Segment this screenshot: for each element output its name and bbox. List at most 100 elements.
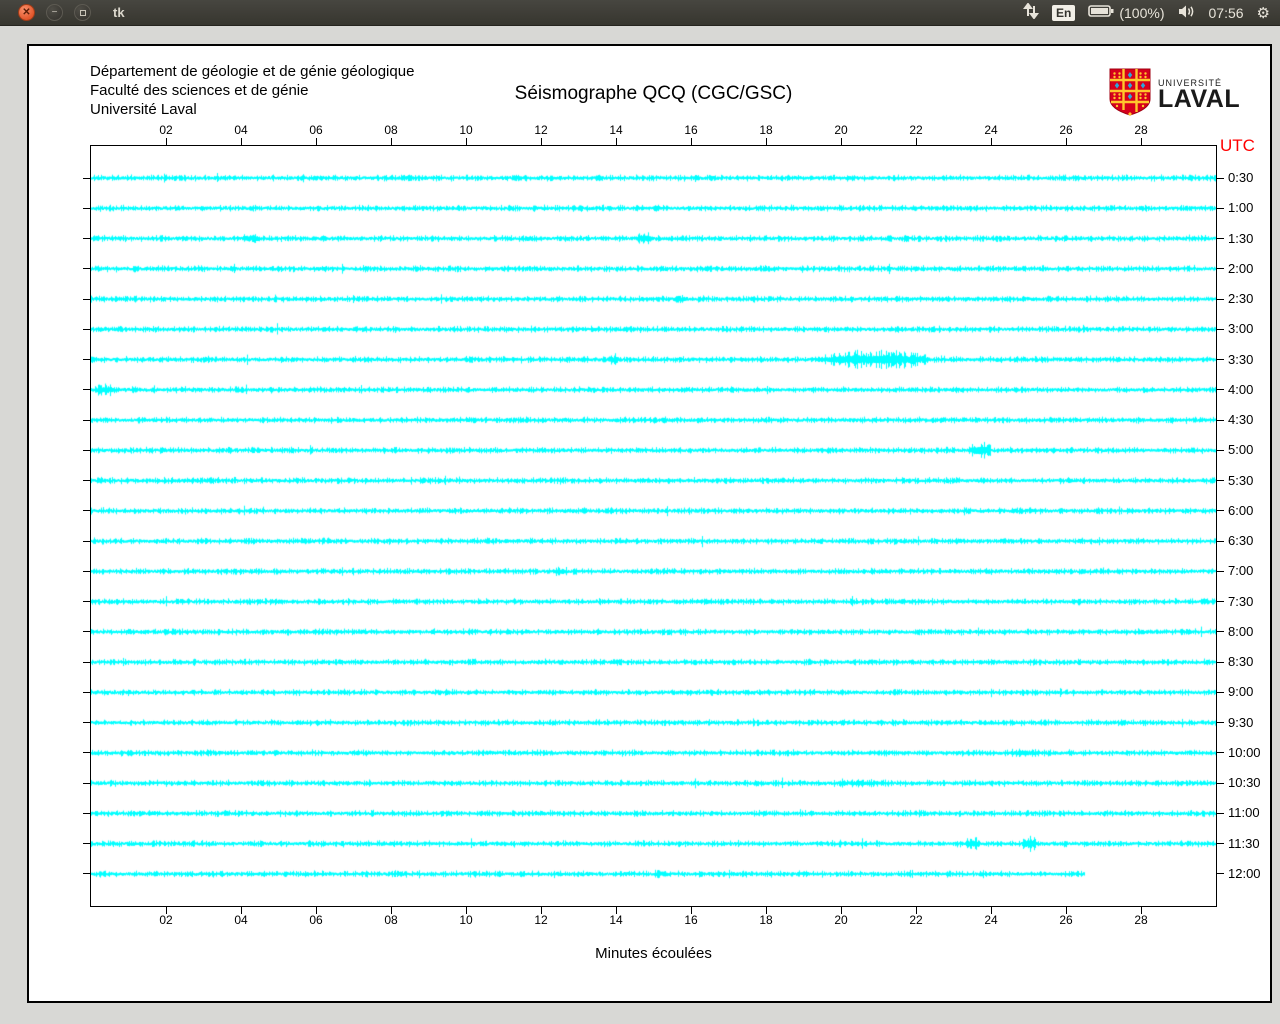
x-tick-label-top: 26	[1059, 123, 1073, 137]
row-tick-left	[83, 359, 90, 361]
battery-percentage: (100%)	[1119, 4, 1165, 21]
utc-row-label: 7:00	[1228, 563, 1254, 579]
x-tick-label-top: 14	[609, 123, 623, 137]
row-tick-left	[83, 691, 90, 693]
x-tick-label-top: 22	[909, 123, 923, 137]
x-tick-label-top: 28	[1134, 123, 1148, 137]
row-tick-left	[83, 812, 90, 814]
row-tick-left	[83, 298, 90, 300]
x-tick-top	[840, 138, 842, 145]
utc-row-label: 2:00	[1228, 260, 1254, 276]
x-tick-label-bottom: 04	[234, 913, 248, 927]
utc-row-label: 5:00	[1228, 442, 1254, 458]
chart-title: Séismographe QCQ (CGC/GSC)	[514, 83, 793, 104]
maximize-button[interactable]	[74, 4, 91, 21]
utc-row-label: 11:00	[1228, 805, 1260, 821]
row-tick-right	[1217, 389, 1224, 391]
universite-laval-logo: UNIVERSITÉ LAVAL	[1109, 68, 1240, 121]
x-tick-label-top: 12	[534, 123, 548, 137]
maximize-icon	[79, 9, 86, 16]
x-tick-top	[240, 138, 242, 145]
x-tick-top	[315, 138, 317, 145]
x-tick-label-top: 16	[684, 123, 698, 137]
clock[interactable]: 07:56	[1209, 5, 1244, 21]
row-tick-left	[83, 570, 90, 572]
row-tick-left	[83, 419, 90, 421]
row-tick-right	[1217, 631, 1224, 633]
x-tick-label-bottom: 26	[1059, 913, 1073, 927]
session-gear-icon[interactable]: ⚙	[1257, 4, 1270, 22]
utc-row-label: 6:30	[1228, 533, 1254, 549]
utc-row-label: 10:30	[1228, 775, 1261, 791]
row-tick-right	[1217, 812, 1224, 814]
minimize-button[interactable]: −	[46, 4, 63, 21]
row-tick-right	[1217, 449, 1224, 451]
row-tick-left	[83, 661, 90, 663]
x-tick-label-bottom: 28	[1134, 913, 1148, 927]
utc-row-label: 9:30	[1228, 714, 1254, 730]
row-tick-left	[83, 601, 90, 603]
utc-row-label: 6:00	[1228, 502, 1254, 518]
x-tick-top	[465, 138, 467, 145]
row-tick-left	[83, 389, 90, 391]
x-tick-top	[1065, 138, 1067, 145]
x-tick-label-bottom: 16	[684, 913, 698, 927]
x-tick-top	[915, 138, 917, 145]
volume-icon[interactable]	[1178, 4, 1196, 22]
utc-row-label: 7:30	[1228, 593, 1254, 609]
utc-row-label: 0:30	[1228, 170, 1254, 185]
utc-row-label: 3:30	[1228, 351, 1254, 367]
utc-row-label: 8:00	[1228, 623, 1254, 639]
utc-row-label: 9:00	[1228, 684, 1254, 700]
row-tick-right	[1217, 570, 1224, 572]
x-tick-top	[540, 138, 542, 145]
row-tick-right	[1217, 419, 1224, 421]
row-tick-left	[83, 752, 90, 754]
x-tick-label-bottom: 12	[534, 913, 548, 927]
x-tick-label-bottom: 10	[459, 913, 473, 927]
row-tick-right	[1217, 268, 1224, 270]
utc-row-label: 11:30	[1228, 835, 1260, 851]
desktop-top-bar: ✕ − tk En (100%) 07:56 ⚙	[0, 0, 1280, 26]
battery-icon[interactable]	[1088, 4, 1114, 21]
laval-shield-icon	[1109, 68, 1151, 121]
x-tick-label-bottom: 08	[384, 913, 398, 927]
row-tick-left	[83, 873, 90, 875]
x-tick-label-bottom: 02	[159, 913, 173, 927]
utc-row-label: 1:30	[1228, 230, 1254, 246]
tk-seismograph-window: Département de géologie et de génie géol…	[27, 44, 1272, 1003]
x-tick-top	[990, 138, 992, 145]
x-tick-label-top: 18	[759, 123, 773, 137]
x-tick-label-bottom: 18	[759, 913, 773, 927]
row-tick-left	[83, 207, 90, 209]
close-button[interactable]: ✕	[18, 4, 35, 21]
utc-row-label: 3:00	[1228, 321, 1254, 337]
row-tick-right	[1217, 177, 1224, 179]
utc-row-label: 10:00	[1228, 744, 1261, 760]
keyboard-layout-indicator[interactable]: En	[1052, 4, 1076, 21]
row-tick-left	[83, 449, 90, 451]
x-tick-label-bottom: 06	[309, 913, 323, 927]
x-tick-label-top: 02	[159, 123, 173, 137]
x-tick-top	[165, 138, 167, 145]
row-tick-right	[1217, 359, 1224, 361]
x-tick-top	[1140, 138, 1142, 145]
utc-row-label: 12:00	[1228, 865, 1261, 881]
x-tick-label-top: 08	[384, 123, 398, 137]
x-tick-label-top: 06	[309, 123, 323, 137]
row-tick-right	[1217, 298, 1224, 300]
row-tick-right	[1217, 480, 1224, 482]
sync-arrows-icon[interactable]	[1023, 1, 1040, 23]
x-tick-top	[765, 138, 767, 145]
row-tick-left	[83, 328, 90, 330]
x-tick-top	[390, 138, 392, 145]
row-tick-right	[1217, 843, 1224, 845]
row-tick-right	[1217, 661, 1224, 663]
row-tick-right	[1217, 691, 1224, 693]
row-tick-right	[1217, 601, 1224, 603]
x-tick-label-bottom: 22	[909, 913, 923, 927]
row-tick-right	[1217, 722, 1224, 724]
x-tick-label-top: 24	[984, 123, 998, 137]
row-tick-right	[1217, 328, 1224, 330]
row-tick-right	[1217, 207, 1224, 209]
